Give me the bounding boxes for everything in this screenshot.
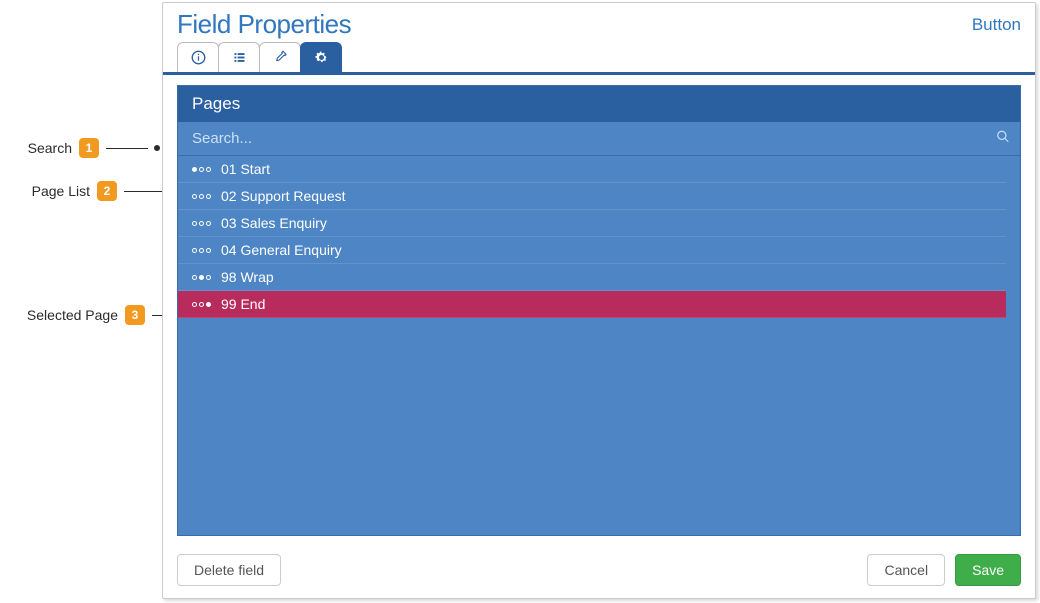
page-item-label: 99 End [221, 296, 265, 312]
page-item[interactable]: 99 End [178, 291, 1006, 318]
search-icon[interactable] [996, 130, 1010, 149]
page-dots-icon [192, 194, 211, 199]
dialog-footer: Delete field Cancel Save [163, 546, 1035, 598]
page-item[interactable]: 98 Wrap [178, 264, 1006, 291]
page-dots-icon [192, 248, 211, 253]
page-item[interactable]: 02 Support Request [178, 183, 1006, 210]
callout-label: Page List [8, 183, 90, 199]
search-input[interactable] [178, 122, 1020, 156]
eyedropper-icon [273, 50, 288, 65]
page-dots-icon [192, 167, 211, 172]
list-icon [232, 50, 247, 65]
page-item-label: 98 Wrap [221, 269, 274, 285]
dialog-title: Field Properties [177, 9, 351, 40]
page-item-label: 02 Support Request [221, 188, 346, 204]
pages-panel: Pages 01 Start 02 Support Request 03 Sales… [177, 85, 1021, 536]
search-row [178, 122, 1020, 156]
page-dots-icon [192, 275, 211, 280]
tab-list[interactable] [218, 42, 260, 72]
annotation-callout: Page List 2 [8, 180, 178, 202]
page-item-label: 01 Start [221, 161, 270, 177]
field-type-label: Button [972, 15, 1021, 35]
callout-label: Search [8, 140, 72, 156]
callout-badge: 3 [124, 304, 146, 326]
page-list-scroll[interactable]: 01 Start 02 Support Request 03 Sales Enqui… [178, 156, 1006, 535]
info-icon [191, 50, 206, 65]
page-dots-icon [192, 221, 211, 226]
callout-line [124, 191, 166, 192]
tab-bar [163, 42, 1035, 75]
field-properties-dialog: Field Properties Button Pages 01 Start 02… [162, 2, 1036, 599]
callout-badge: 1 [78, 137, 100, 159]
page-item-label: 04 General Enquiry [221, 242, 342, 258]
save-button[interactable]: Save [955, 554, 1021, 586]
page-item-label: 03 Sales Enquiry [221, 215, 327, 231]
tab-eyedropper[interactable] [259, 42, 301, 72]
page-item[interactable]: 03 Sales Enquiry [178, 210, 1006, 237]
page-item[interactable]: 04 General Enquiry [178, 237, 1006, 264]
callout-line [106, 148, 148, 149]
page-list: 01 Start 02 Support Request 03 Sales Enqui… [178, 156, 1020, 535]
gear-icon [314, 50, 329, 65]
annotation-callout: Search 1 [8, 137, 160, 159]
page-item[interactable]: 01 Start [178, 156, 1006, 183]
panel-title: Pages [178, 86, 1020, 122]
dialog-header: Field Properties Button [163, 3, 1035, 42]
callout-badge: 2 [96, 180, 118, 202]
callout-label: Selected Page [8, 307, 118, 323]
tab-info[interactable] [177, 42, 219, 72]
cancel-button[interactable]: Cancel [867, 554, 945, 586]
callout-endpoint [154, 145, 160, 151]
delete-field-button[interactable]: Delete field [177, 554, 281, 586]
page-dots-icon [192, 302, 211, 307]
tab-settings[interactable] [300, 42, 342, 72]
